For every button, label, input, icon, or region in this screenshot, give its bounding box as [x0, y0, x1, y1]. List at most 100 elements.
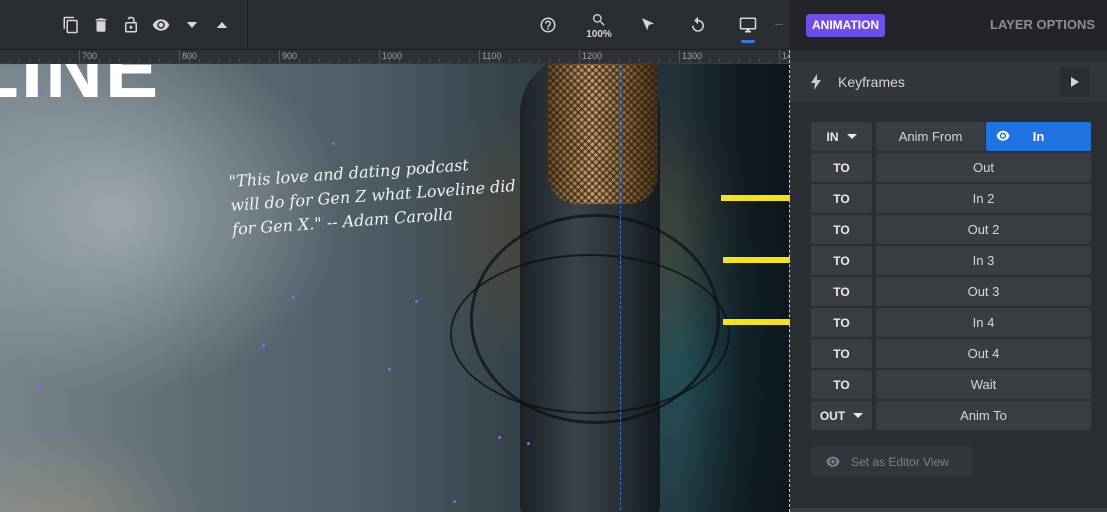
- eye-icon: [996, 130, 1010, 141]
- keyframe-row: TO Out 2: [811, 215, 1091, 244]
- ruler-minor-tick: [89, 59, 90, 63]
- keyframes-header: Keyframes: [790, 62, 1107, 102]
- top-toolbar: 100%: [0, 0, 790, 50]
- keyframe-active-in[interactable]: In: [986, 122, 1091, 151]
- particle: [332, 142, 335, 145]
- ruler-minor-tick: [389, 59, 390, 63]
- caret-up-icon[interactable]: [210, 13, 234, 37]
- ruler-minor-tick: [39, 59, 40, 63]
- ruler-minor-tick: [499, 59, 500, 63]
- ruler-minor-tick: [729, 59, 730, 63]
- ruler-minor-tick: [109, 59, 110, 63]
- ruler-minor-tick: [589, 59, 590, 63]
- keyframe-name[interactable]: Out 4: [876, 339, 1091, 368]
- undo-icon[interactable]: [686, 13, 710, 37]
- active-device-indicator: [741, 40, 755, 43]
- headline-layer[interactable]: LINE: [0, 64, 160, 116]
- keyframe-type-select[interactable]: IN: [811, 122, 872, 151]
- particle: [498, 436, 501, 439]
- keyframe-type-select[interactable]: OUT: [811, 401, 872, 430]
- ruler-minor-tick: [349, 59, 350, 63]
- quote-layer[interactable]: "This love and dating podcast will do fo…: [228, 147, 562, 242]
- particle: [388, 368, 391, 371]
- pointer-icon[interactable]: [636, 13, 660, 37]
- annotation-arrow: [721, 183, 790, 213]
- ruler-minor-tick: [669, 59, 670, 63]
- keyframe-type-label: OUT: [819, 408, 846, 423]
- ruler-minor-tick: [639, 59, 640, 63]
- keyframe-name[interactable]: Out: [876, 153, 1091, 182]
- ruler-minor-tick: [269, 59, 270, 63]
- chevron-down-icon: [853, 413, 864, 418]
- set-editor-view-label: Set as Editor View: [851, 454, 949, 469]
- eye-icon[interactable]: [149, 13, 173, 37]
- keyframe-name[interactable]: In 2: [876, 184, 1091, 213]
- particle: [453, 500, 456, 503]
- ruler-minor-tick: [299, 59, 300, 63]
- keyframe-type[interactable]: TO: [811, 246, 872, 275]
- ruler-minor-tick: [149, 59, 150, 63]
- ruler-minor-tick: [59, 59, 60, 63]
- keyframe-name[interactable]: Wait: [876, 370, 1091, 399]
- ruler-minor-tick: [169, 59, 170, 63]
- ruler-minor-tick: [189, 59, 190, 63]
- keyframe-type[interactable]: TO: [811, 153, 872, 182]
- keyframe-row: TO Out: [811, 153, 1091, 182]
- snap-guide-line: [620, 64, 621, 512]
- keyframe-row: TO In 3: [811, 246, 1091, 275]
- duplicate-icon[interactable]: [59, 13, 83, 37]
- keyframe-anim-from[interactable]: Anim From: [876, 122, 985, 151]
- ruler-minor-tick: [19, 59, 20, 63]
- keyframe-name[interactable]: Anim To: [876, 401, 1091, 430]
- keyframe-row: TO Wait: [811, 370, 1091, 399]
- ruler-minor-tick: [219, 59, 220, 63]
- keyframe-type[interactable]: TO: [811, 339, 872, 368]
- ruler-minor-tick: [229, 59, 230, 63]
- keyframe-name[interactable]: In 3: [876, 246, 1091, 275]
- ruler-minor-tick: [559, 59, 560, 63]
- tab-animation[interactable]: ANIMATION: [806, 14, 886, 37]
- caret-down-icon[interactable]: [180, 13, 204, 37]
- keyframe-name[interactable]: Out 2: [876, 215, 1091, 244]
- ruler-minor-tick: [239, 59, 240, 63]
- ruler-minor-tick: [659, 59, 660, 63]
- keyframe-name[interactable]: In 4: [876, 308, 1091, 337]
- lock-icon[interactable]: [119, 13, 143, 37]
- play-icon: [1071, 77, 1079, 87]
- keyframes-title: Keyframes: [838, 74, 905, 90]
- ruler-minor-tick: [279, 59, 280, 63]
- ruler-minor-tick: [309, 59, 310, 63]
- ruler-minor-tick: [9, 59, 10, 63]
- keyframe-row: TO In 2: [811, 184, 1091, 213]
- keyframe-row: TO Out 4: [811, 339, 1091, 368]
- set-editor-view-button[interactable]: Set as Editor View: [811, 446, 972, 477]
- play-button[interactable]: [1060, 67, 1090, 97]
- ruler-minor-tick: [699, 59, 700, 63]
- panel-footer-strip: [790, 508, 1107, 512]
- ruler-minor-tick: [339, 59, 340, 63]
- keyframe-type[interactable]: TO: [811, 308, 872, 337]
- particle: [292, 296, 295, 299]
- ruler-minor-tick: [69, 59, 70, 63]
- background-shadow: [680, 64, 790, 512]
- ruler-minor-tick: [529, 59, 530, 63]
- ruler-minor-tick: [619, 59, 620, 63]
- ruler-minor-tick: [319, 59, 320, 63]
- keyframe-name[interactable]: Out 3: [876, 277, 1091, 306]
- ruler-minor-tick: [359, 59, 360, 63]
- slide-canvas[interactable]: LINE "This love and dating podcast will …: [0, 64, 790, 512]
- settings-panel: ANIMATION LAYER OPTIONS Keyframes IN Ani…: [790, 0, 1107, 512]
- keyframe-type[interactable]: TO: [811, 277, 872, 306]
- desktop-icon[interactable]: [736, 13, 760, 37]
- keyframe-row: TO Out 3: [811, 277, 1091, 306]
- ruler-minor-tick: [99, 59, 100, 63]
- help-icon[interactable]: [536, 13, 560, 37]
- eye-icon: [826, 456, 840, 467]
- tab-layer-options[interactable]: LAYER OPTIONS: [990, 17, 1095, 32]
- keyframe-type[interactable]: TO: [811, 184, 872, 213]
- trash-icon[interactable]: [89, 13, 113, 37]
- keyframe-row: TO In 4: [811, 308, 1091, 337]
- keyframe-type[interactable]: TO: [811, 215, 872, 244]
- keyframe-type[interactable]: TO: [811, 370, 872, 399]
- zoom-control[interactable]: 100%: [582, 12, 616, 44]
